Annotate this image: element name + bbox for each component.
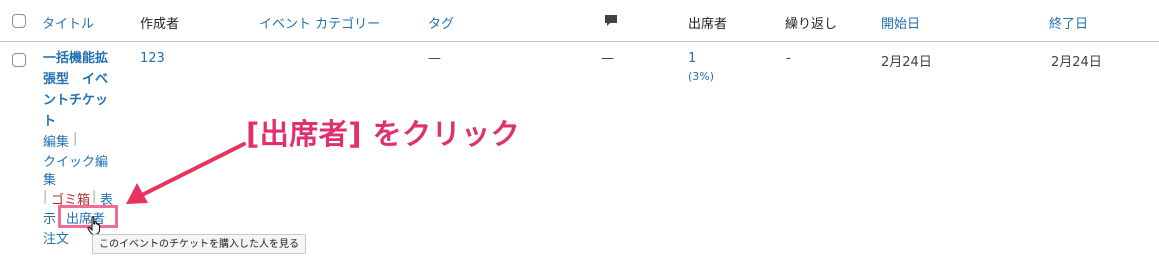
action-separator: |	[43, 189, 48, 204]
event-title-link[interactable]: 一括機能拡 張型 イベ ントチケッ ト	[43, 48, 123, 132]
next-row-edge	[0, 257, 1159, 265]
action-separator: |	[73, 131, 78, 146]
comments-value: —	[601, 51, 614, 66]
quick-edit-link-cont[interactable]: 集	[43, 169, 56, 188]
attendees-count-link[interactable]: 1	[688, 51, 696, 66]
tags-value: —	[428, 51, 441, 66]
edit-link[interactable]: 編集	[43, 131, 69, 150]
column-header-start-date[interactable]: 開始日	[881, 13, 920, 32]
action-separator: |	[92, 189, 97, 204]
callout-text: [出席者] をクリック	[246, 117, 521, 151]
column-header-title[interactable]: タイトル	[42, 13, 94, 32]
event-title-line: ト	[43, 114, 57, 129]
callout-arrow	[126, 142, 246, 204]
quick-edit-link[interactable]: クイック編	[43, 151, 108, 170]
column-header-repeat: 繰り返し	[785, 17, 838, 32]
start-date-value: 2月24日	[881, 55, 932, 70]
column-header-tags[interactable]: タグ	[428, 13, 454, 32]
end-date-value: 2月24日	[1051, 55, 1102, 70]
row-checkbox[interactable]	[12, 53, 26, 67]
column-header-event-category[interactable]: イベント カテゴリー	[259, 13, 380, 32]
event-title-line: 一括機能拡	[43, 51, 109, 66]
attendees-percent: (3%)	[688, 70, 715, 83]
event-title-line: 張型 イベ	[43, 72, 109, 87]
column-header-attendees: 出席者	[688, 17, 728, 32]
view-link-cont[interactable]: 示	[43, 208, 56, 227]
column-header-author: 作成者	[140, 17, 180, 32]
attendees-tooltip: このイベントのチケットを購入した人を見る	[92, 234, 306, 254]
header-divider	[0, 41, 1159, 42]
select-all-checkbox[interactable]	[12, 14, 26, 28]
orders-link[interactable]: 注文	[43, 228, 69, 247]
repeat-value: -	[786, 51, 791, 66]
comment-bubble-icon	[604, 14, 618, 32]
column-header-end-date[interactable]: 終了日	[1049, 13, 1088, 32]
author-link[interactable]: 123	[140, 51, 165, 66]
event-title-line: ントチケッ	[43, 93, 109, 108]
